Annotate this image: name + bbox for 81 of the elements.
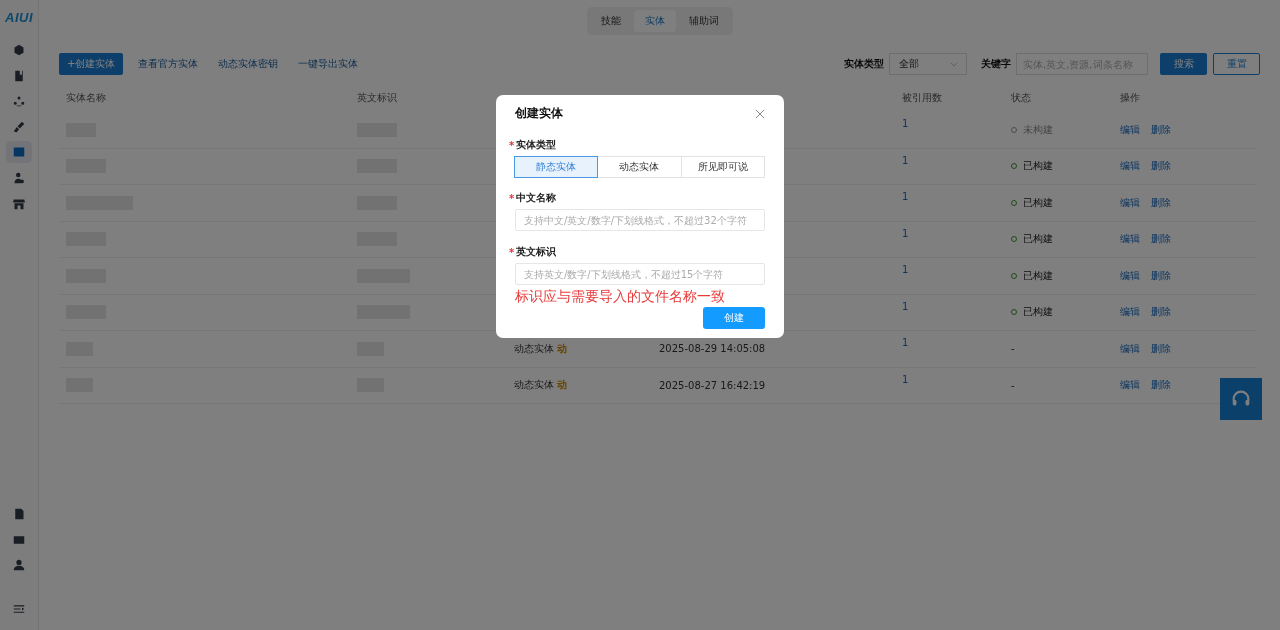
action-link[interactable]: 编辑: [1120, 341, 1140, 356]
reset-button[interactable]: 重置: [1213, 53, 1260, 75]
type-option[interactable]: 所见即可说: [680, 156, 765, 178]
search-button[interactable]: 搜索: [1160, 53, 1207, 75]
type-option[interactable]: 动态实体: [597, 156, 682, 178]
action-link[interactable]: 编辑: [1120, 268, 1140, 283]
type-select[interactable]: 全部: [889, 53, 967, 75]
top-tab[interactable]: 实体: [633, 10, 676, 32]
toolbar-link[interactable]: 一键导出实体: [298, 57, 359, 71]
logo: AIUI: [5, 10, 33, 25]
top-tab[interactable]: 技能: [589, 10, 632, 32]
column-header: 操作: [1120, 92, 1140, 105]
status-text: 已构建: [1023, 195, 1053, 210]
top-tab[interactable]: 辅助词: [677, 10, 730, 32]
brush-icon: [13, 120, 25, 133]
ref-count-link[interactable]: 1: [902, 191, 909, 202]
status-text: 已构建: [1023, 159, 1053, 174]
filter-label: 关键字: [981, 57, 1011, 71]
user-icon[interactable]: [13, 559, 25, 572]
ref-count-link[interactable]: 1: [902, 118, 909, 129]
document-icon[interactable]: [13, 508, 25, 521]
column-header: 状态: [1011, 92, 1031, 105]
ref-count-link[interactable]: 1: [902, 227, 909, 239]
status-text: 已构建: [1023, 305, 1053, 320]
toolbar-link[interactable]: 查看官方实体: [138, 57, 199, 71]
dynamic-label: 动: [557, 378, 567, 393]
required-mark: *: [509, 246, 515, 258]
store-icon: [13, 197, 25, 210]
close-icon[interactable]: [755, 108, 765, 119]
column-header: 被引用数: [902, 92, 942, 105]
action-link[interactable]: 删除: [1151, 195, 1171, 210]
ref-count-link[interactable]: 1: [902, 264, 909, 275]
annotation-text: 标识应与需要导入的文件名称一致: [515, 288, 726, 306]
action-link[interactable]: 删除: [1151, 232, 1171, 247]
action-link[interactable]: 删除: [1151, 341, 1171, 356]
action-link[interactable]: 删除: [1151, 268, 1171, 283]
action-link[interactable]: 删除: [1151, 378, 1171, 393]
name-field[interactable]: 支持中文/英文/数字/下划线格式，不超过32个字符: [515, 209, 765, 231]
required-mark: *: [509, 139, 515, 151]
column-header: 英文标识: [357, 92, 397, 105]
action-link[interactable]: 编辑: [1120, 232, 1140, 247]
type-option[interactable]: 静态实体: [514, 156, 599, 178]
cube-icon: [13, 44, 25, 56]
toolbar-link[interactable]: 动态实体密钥: [218, 57, 279, 71]
book-icon: [13, 69, 25, 82]
chevron-icon: [950, 61, 958, 67]
table-cell: 2025-08-27 16:42:19: [659, 379, 766, 391]
action-link[interactable]: 删除: [1151, 159, 1171, 174]
column-header: 实体名称: [66, 92, 106, 105]
table-cell: 2025-08-29 14:05:08: [659, 343, 766, 355]
field-label: 中文名称: [516, 191, 557, 205]
field-label: 英文标识: [516, 245, 557, 259]
ref-count-link[interactable]: 1: [902, 337, 909, 348]
dynamic-label: 动: [557, 341, 567, 356]
status-text: 已构建: [1023, 232, 1053, 247]
action-link[interactable]: 编辑: [1120, 305, 1140, 320]
action-link[interactable]: 删除: [1151, 305, 1171, 320]
ref-count-link[interactable]: 1: [902, 154, 909, 166]
dialog-title: 创建实体: [515, 105, 563, 122]
create-button[interactable]: 创建: [703, 307, 765, 329]
table-cell: 动态实体: [514, 341, 554, 356]
action-link[interactable]: 编辑: [1120, 159, 1140, 174]
status-text: 已构建: [1023, 268, 1053, 283]
status-text: -: [1011, 379, 1015, 391]
id-field[interactable]: 支持英文/数字/下划线格式，不超过15个字符: [515, 263, 765, 285]
action-link[interactable]: 编辑: [1120, 195, 1140, 210]
field-label: 实体类型: [516, 138, 557, 152]
status-text: -: [1011, 343, 1015, 355]
support-button[interactable]: [1220, 378, 1262, 420]
sidebar-item[interactable]: [6, 141, 32, 164]
filter-label: 实体类型: [844, 57, 884, 71]
action-link[interactable]: 编辑: [1120, 122, 1140, 137]
ref-count-link[interactable]: 1: [902, 373, 909, 385]
action-link[interactable]: 删除: [1151, 122, 1171, 137]
ref-count-link[interactable]: 1: [902, 300, 909, 312]
action-link[interactable]: 编辑: [1120, 378, 1140, 393]
collapse-icon[interactable]: [13, 603, 25, 615]
table-cell: 动态实体: [514, 378, 554, 393]
network-icon: [13, 95, 25, 108]
create-entity-button[interactable]: +创建实体: [59, 53, 124, 75]
required-mark: *: [509, 192, 515, 204]
